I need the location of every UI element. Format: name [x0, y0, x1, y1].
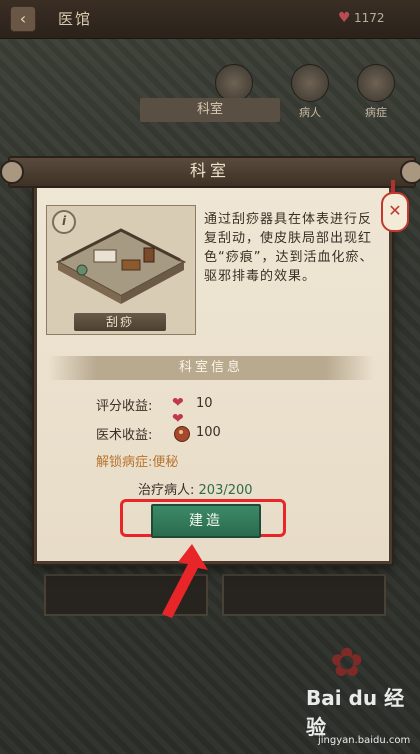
department-tab-icon [215, 64, 253, 102]
tab-label: 病症 [365, 106, 387, 119]
close-icon: ✕ [381, 192, 409, 232]
slot-right [222, 574, 386, 616]
medical-label: 医术收益: [96, 428, 153, 443]
watermark-url: jingyan.baidu.com [318, 735, 411, 746]
patients-tab-icon [291, 64, 329, 102]
room-caption: 刮痧 [74, 313, 166, 331]
tab-label: 病人 [299, 106, 321, 119]
section-title: 科室信息 [178, 360, 243, 375]
rating-label: 评分收益: [96, 399, 153, 414]
strip-label: 科室 [196, 102, 223, 117]
tab-diseases[interactable]: 病症 [354, 64, 398, 120]
patients-label: 治疗病人: [138, 483, 195, 498]
treated-patients: 治疗病人: 203/200 [138, 479, 253, 498]
back-icon[interactable]: ‹ [10, 6, 36, 32]
hearts-icon: ❤❤ [172, 395, 184, 427]
modal-title: 科室 [189, 161, 230, 180]
background-section-strip: 科室 [140, 98, 280, 122]
rating-value: 10 [196, 396, 213, 411]
top-bar: ‹ 医馆 ♥ 1172 [0, 0, 420, 39]
tab-patients[interactable]: 病人 [288, 64, 332, 120]
pointer-arrow-icon [162, 544, 208, 618]
close-button[interactable]: ✕ [380, 180, 409, 236]
heart-icon: ♥ [338, 10, 351, 26]
patients-count: 203/200 [198, 483, 253, 498]
gourd-icon [174, 426, 190, 442]
build-button[interactable]: 建造 [151, 504, 261, 538]
medical-value: 100 [196, 425, 221, 440]
cabinet-icon [143, 247, 155, 263]
scroll-end-left [0, 160, 24, 184]
top-count: 1172 [354, 11, 385, 25]
basin-icon [76, 264, 88, 276]
room-illustration [55, 228, 187, 304]
watermark-logo: Bai du 经验 [306, 686, 405, 739]
bottom-slots [44, 574, 386, 616]
diseases-tab-icon [357, 64, 395, 102]
table-icon [121, 259, 141, 271]
section-header: 科室信息 [48, 356, 374, 380]
room-description: 通过刮痧器具在体表进行反复刮动，使皮肤局部出现红色“痧痕”，达到活血化瘀、驱邪排… [204, 212, 374, 284]
bed-icon [93, 249, 117, 263]
top-title: 医馆 [58, 10, 93, 28]
unlock-disease: 解锁病症:便秘 [96, 455, 179, 470]
